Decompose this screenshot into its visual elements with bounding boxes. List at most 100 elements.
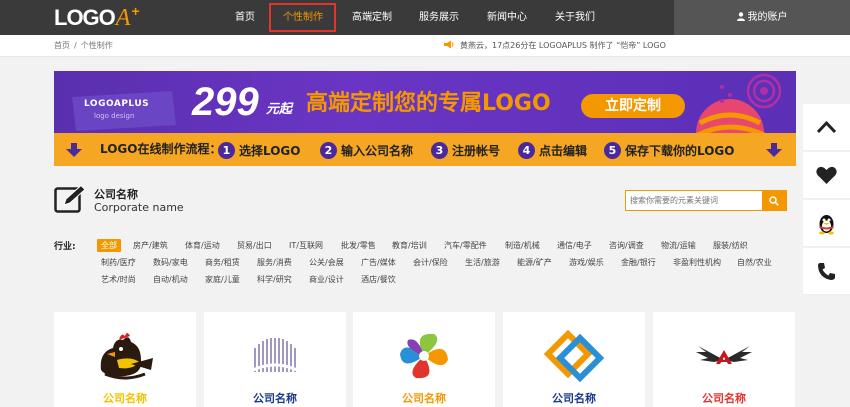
chevron-up-icon [816,120,837,134]
card-company-name: 公司名称 [702,392,746,405]
industry-tag-all[interactable]: 全部 [97,239,121,252]
edit-icon [54,185,86,213]
logo-text: LOGO [54,5,116,30]
card-company-name: 公司名称 [552,392,596,405]
industry-tag[interactable]: 家庭/儿童 [205,273,240,286]
logo-plus: + [131,3,140,19]
activity-notice: 黄燕云，17点26分在 LOGOAPLUS 制作了 “恺帝” LOGO [444,35,666,57]
industry-label: 行业: [54,242,76,252]
industry-tag[interactable]: 商业/设计 [309,273,344,286]
industry-tag[interactable]: 广告/媒体 [361,256,396,269]
banner-top: LOGOAPLUS logo design 299 元起 高端定制您的专属LOG… [54,71,796,137]
industry-tag[interactable]: 批发/零售 [341,239,376,252]
account-label: 我的账户 [747,12,788,23]
logo-card[interactable]: 公司名称 [54,312,196,407]
step-number: 5 [604,141,621,159]
industry-tag[interactable]: 贸易/出口 [237,239,272,252]
logo-card[interactable]: 公司名称 [353,312,495,407]
megaphone-icon [444,40,454,49]
industry-tag[interactable]: 艺术/时尚 [101,273,136,286]
diamond-logo-icon [544,330,604,382]
step-text: 保存下载你的LOGO [625,143,735,158]
customize-now-button[interactable]: 立即定制 [581,94,685,118]
favorite-button[interactable] [803,152,850,199]
user-icon [736,12,745,21]
search-button[interactable] [762,191,786,210]
banner-process-bar: LOGO在线制作流程： 1 选择LOGO 2 输入公司名称 3 注册帐号 4 点击编辑 … [54,133,796,166]
nav-premium-custom[interactable]: 高端定制 [343,0,401,35]
arrow-down-icon [66,143,82,157]
banner-slogan: 高端定制您的专属LOGO [306,91,551,116]
card-company-name: 公司名称 [402,392,446,405]
logo-card[interactable]: 公司名称 [653,312,795,407]
industry-tag[interactable]: 科学/研究 [257,273,292,286]
industry-tag[interactable]: 自然/农业 [737,256,772,269]
logo-mark: A [115,5,131,31]
notice-text: 黄燕云，17点26分在 LOGOAPLUS 制作了 “恺帝” LOGO [460,41,666,50]
search-input[interactable] [626,191,764,210]
industry-tag[interactable]: 物流/运输 [661,239,696,252]
arrow-down-icon [766,143,782,157]
my-account-button[interactable]: 我的账户 [674,0,850,35]
step-number: 3 [431,141,448,159]
phone-icon [818,263,835,280]
industry-tag[interactable]: 能源/矿产 [517,256,552,269]
industry-tag[interactable]: 教育/培训 [392,239,427,252]
logo-card[interactable]: 公司名称 [204,312,346,407]
step-number: 2 [320,141,337,159]
industry-tag[interactable]: IT/互联网 [289,239,323,252]
nav-about[interactable]: 关于我们 [546,0,604,35]
industry-tag[interactable]: 通信/电子 [557,239,592,252]
chicken-logo-icon [100,333,153,380]
active-nav-highlight [269,3,336,32]
industry-tag[interactable]: 非盈利性机构 [673,256,721,269]
step-number: 4 [518,141,535,159]
swirl-logo-icon [400,333,448,379]
top-navbar: LOGO A + 首页 个性制作 高端定制 服务展示 新闻中心 关于我们 我的账… [0,0,850,35]
breadcrumb-home[interactable]: 首页 [54,41,70,50]
logo-card[interactable]: 公司名称 [503,312,645,407]
industry-tag[interactable]: 制造/机械 [505,239,540,252]
back-to-top-button[interactable] [803,104,850,151]
industry-tag[interactable]: 会计/保险 [413,256,448,269]
site-logo[interactable]: LOGO A + [54,3,140,31]
phone-contact-button[interactable] [803,248,850,295]
industry-tag[interactable]: 金融/银行 [621,256,656,269]
industry-tag[interactable]: 房产/建筑 [133,239,168,252]
industry-tag[interactable]: 咨询/调查 [609,239,644,252]
industry-tag[interactable]: 商务/租赁 [205,256,240,269]
nav-showcase[interactable]: 服务展示 [410,0,468,35]
process-step-3: 3 注册帐号 [431,140,500,160]
industry-tag[interactable]: 生活/旅游 [465,256,500,269]
step-text: 选择LOGO [239,143,301,158]
industry-tag[interactable]: 自动/机动 [153,273,188,286]
step-number: 1 [218,141,235,159]
industry-tag[interactable]: 酒店/餐饮 [361,273,396,286]
qq-contact-button[interactable] [803,200,850,247]
card-company-name: 公司名称 [103,392,147,405]
breadcrumb: 首页 / 个性制作 [54,35,117,57]
nav-home[interactable]: 首页 [226,0,264,35]
industry-tag[interactable]: 体育/运动 [185,239,220,252]
step-text: 输入公司名称 [341,143,414,158]
search-icon [769,196,779,206]
banner-price: 299 [192,80,259,124]
industry-tag[interactable]: 制药/医疗 [101,256,136,269]
promo-banner[interactable]: LOGOAPLUS logo design 299 元起 高端定制您的专属LOG… [54,71,796,166]
industry-tag[interactable]: 游戏/娱乐 [569,256,604,269]
step-text: 注册帐号 [452,143,501,158]
breadcrumb-separator: / [74,41,77,50]
nav-news[interactable]: 新闻中心 [478,0,536,35]
company-title-en: Corporate name [94,201,184,214]
industry-tag[interactable]: 数码/家电 [153,256,188,269]
wings-logo-icon [696,346,752,364]
building-logo-icon [252,338,298,372]
breadcrumb-current: 个性制作 [80,41,113,50]
sub-bar: 首页 / 个性制作 黄燕云，17点26分在 LOGOAPLUS 制作了 “恺帝” L… [0,35,850,57]
company-title-cn: 公司名称 [94,188,138,201]
industry-tag[interactable]: 汽车/零配件 [444,239,487,252]
industry-tag[interactable]: 服装/纺织 [713,239,748,252]
industry-tag[interactable]: 公关/会展 [309,256,344,269]
industry-tag[interactable]: 服务/消费 [257,256,292,269]
process-label: LOGO在线制作流程： [100,142,222,156]
